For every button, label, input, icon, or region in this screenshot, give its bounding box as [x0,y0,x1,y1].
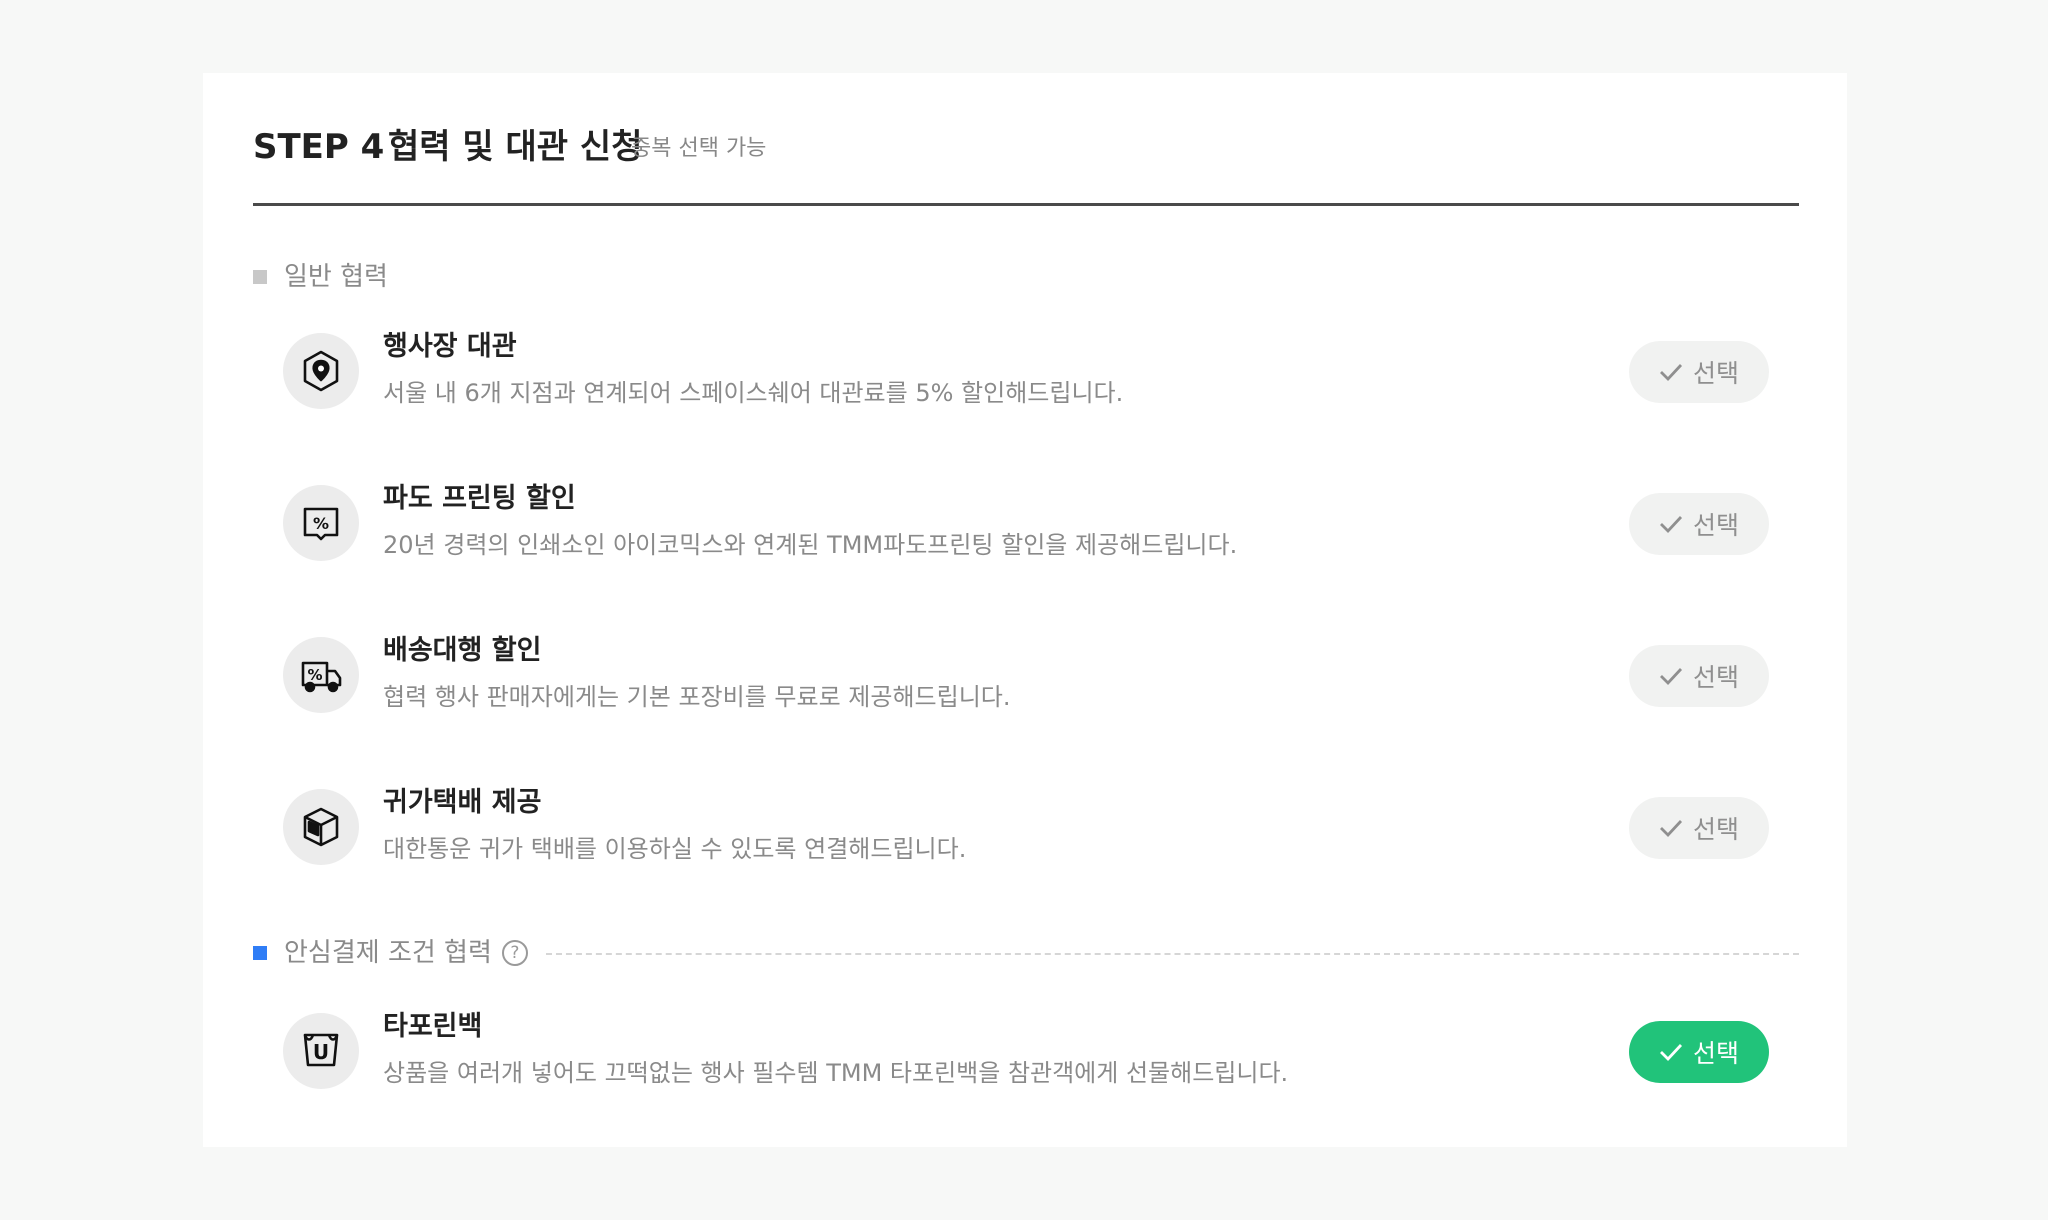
step-header: STEP 4 협력 및 대관 신청 중복 선택 가능 [253,125,1799,206]
option-description: 대한통운 귀가 택배를 이용하실 수 있도록 연결해드립니다. [383,835,967,863]
check-icon [1659,364,1683,382]
option-description: 20년 경력의 인쇄소인 아이코믹스와 연계된 TMM파도프린팅 할인을 제공해… [383,531,1238,559]
svg-text:U: U [313,1040,329,1064]
option-item-delivery: % 배송대행 할인 협력 행사 판매자에게는 기본 포장비를 무료로 제공해드립… [283,635,1769,717]
option-name: 귀가택배 제공 [383,787,542,818]
section-general: 일반 협력 [253,259,388,295]
option-name: 배송대행 할인 [383,635,542,666]
select-venue-button[interactable]: 선택 [1629,341,1769,403]
page-subtitle: 중복 선택 가능 [631,136,767,161]
section-safe-payment-label: 안심결제 조건 협력 [284,938,492,968]
check-icon [1659,516,1683,534]
select-button-label: 선택 [1692,663,1739,692]
option-item-venue: 행사장 대관 서울 내 6개 지점과 연계되어 스페이스쉐어 대관료를 5% 할… [283,331,1769,413]
check-icon [1659,668,1683,686]
section-marker [253,270,267,284]
select-printing-button[interactable]: 선택 [1629,493,1769,555]
section-safe-payment: 안심결제 조건 협력 ? [253,935,528,971]
select-tarpaulin-bag-button[interactable]: 선택 [1629,1021,1769,1083]
box-icon [283,789,359,865]
section-marker [253,946,267,960]
select-home-delivery-button[interactable]: 선택 [1629,797,1769,859]
option-item-printing: % 파도 프린팅 할인 20년 경력의 인쇄소인 아이코믹스와 연계된 TMM파… [283,483,1769,565]
section-divider [546,953,1799,955]
svg-text:%: % [313,514,329,533]
select-button-label: 선택 [1692,511,1739,540]
cooperation-card: STEP 4 협력 및 대관 신청 중복 선택 가능 일반 협력 행사장 대관 … [203,73,1847,1147]
select-button-label: 선택 [1692,1039,1739,1068]
check-icon [1659,1044,1683,1062]
select-button-label: 선택 [1692,359,1739,388]
option-description: 상품을 여러개 넣어도 끄떡없는 행사 필수템 TMM 타포린백을 참관객에게 … [383,1059,1289,1087]
step-number: STEP 4 [253,127,385,167]
option-item-tarpaulin-bag: U 타포린백 상품을 여러개 넣어도 끄떡없는 행사 필수템 TMM 타포린백을… [283,1011,1769,1093]
svg-text:%: % [307,666,322,684]
option-name: 행사장 대관 [383,331,517,362]
option-name: 파도 프린팅 할인 [383,483,576,514]
check-icon [1659,820,1683,838]
section-general-label: 일반 협력 [284,262,388,292]
location-pin-icon [283,333,359,409]
select-button-label: 선택 [1692,815,1739,844]
truck-discount-icon: % [283,637,359,713]
print-discount-icon: % [283,485,359,561]
tarpaulin-bag-icon: U [283,1013,359,1089]
page-title: 협력 및 대관 신청 [388,127,643,167]
option-name: 타포린백 [383,1011,483,1042]
help-icon[interactable]: ? [501,940,528,966]
option-description: 서울 내 6개 지점과 연계되어 스페이스쉐어 대관료를 5% 할인해드립니다. [383,379,1124,407]
option-description: 협력 행사 판매자에게는 기본 포장비를 무료로 제공해드립니다. [383,683,1011,711]
select-delivery-button[interactable]: 선택 [1629,645,1769,707]
option-item-home-delivery: 귀가택배 제공 대한통운 귀가 택배를 이용하실 수 있도록 연결해드립니다. … [283,787,1769,869]
